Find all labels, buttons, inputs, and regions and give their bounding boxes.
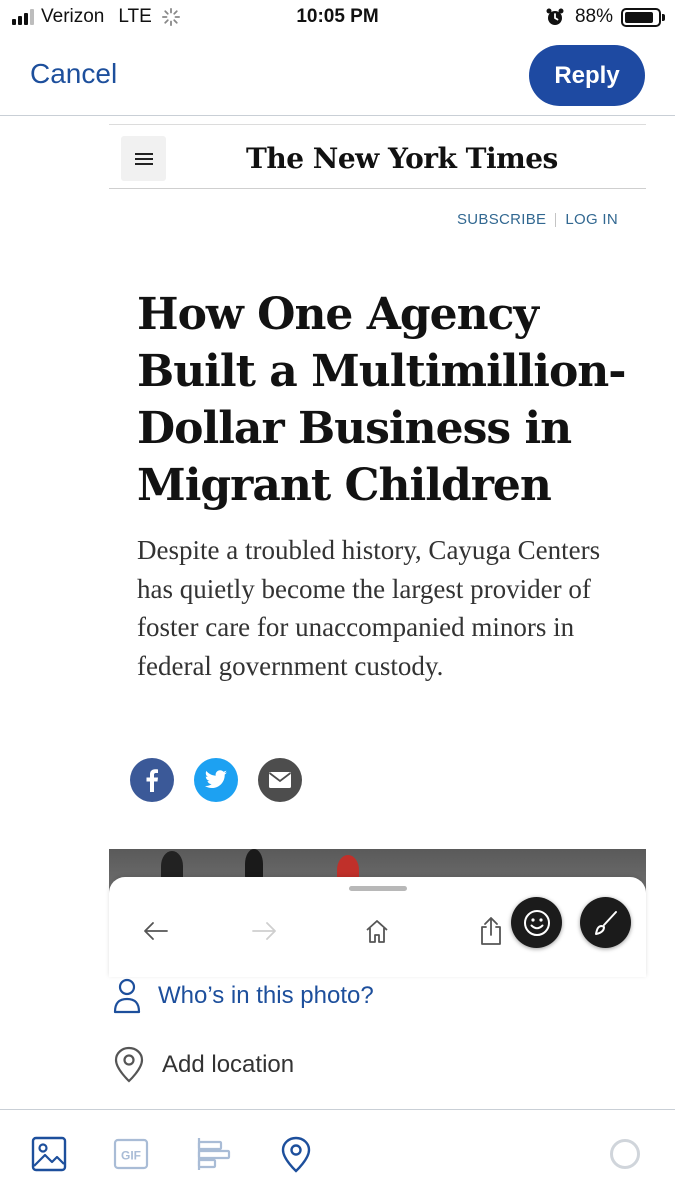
browser-toolbar-sheet bbox=[109, 877, 646, 977]
location-pin-icon bbox=[114, 1046, 144, 1083]
article-summary: Despite a troubled history, Cayuga Cente… bbox=[137, 535, 601, 681]
location-pin-icon[interactable] bbox=[279, 1136, 313, 1174]
subscribe-login-bar: SUBSCRIBE LOG IN bbox=[457, 211, 618, 228]
attached-photo[interactable]: The New York Times SUBSCRIBE LOG IN How … bbox=[109, 116, 646, 896]
subscribe-link: SUBSCRIBE bbox=[456, 211, 547, 228]
alarm-clock-icon bbox=[546, 8, 564, 25]
character-count-ring bbox=[610, 1139, 640, 1169]
reply-button[interactable]: Reply bbox=[529, 45, 645, 106]
twitter-icon bbox=[194, 758, 238, 802]
back-arrow-icon[interactable] bbox=[139, 915, 171, 947]
person-icon bbox=[113, 978, 141, 1014]
cancel-button[interactable]: Cancel bbox=[30, 58, 117, 90]
gif-icon[interactable]: GIF bbox=[113, 1136, 149, 1172]
facebook-icon bbox=[130, 758, 174, 802]
tag-people-row[interactable]: Who’s in this photo? bbox=[112, 978, 374, 1014]
add-location-row[interactable]: Add location bbox=[112, 1046, 294, 1084]
battery-percent: 88% bbox=[574, 6, 613, 27]
paintbrush-icon bbox=[594, 910, 617, 935]
add-location-label: Add location bbox=[162, 1051, 295, 1078]
draw-button[interactable] bbox=[580, 897, 631, 948]
login-link: LOG IN bbox=[565, 211, 618, 228]
gif-label: GIF bbox=[121, 1149, 141, 1163]
sticker-emoji-button[interactable] bbox=[511, 897, 562, 948]
poll-icon[interactable] bbox=[196, 1136, 232, 1172]
status-bar: Verizon LTE 10:05 PM 88% bbox=[0, 0, 675, 38]
share-icon[interactable] bbox=[475, 915, 507, 947]
status-right: 88% bbox=[545, 6, 665, 28]
tag-people-label: Who’s in this photo? bbox=[158, 982, 374, 1009]
image-icon[interactable] bbox=[31, 1136, 67, 1172]
emoji-icon bbox=[523, 909, 550, 936]
masthead-top-rule bbox=[109, 124, 646, 125]
home-icon[interactable] bbox=[361, 915, 393, 947]
battery-icon bbox=[621, 7, 665, 27]
masthead-rule bbox=[109, 188, 646, 189]
article-headline: How One Agency Built a Multimillion-Doll… bbox=[137, 289, 627, 511]
email-icon bbox=[258, 758, 302, 802]
bottom-divider bbox=[0, 1109, 675, 1110]
forward-arrow-icon[interactable] bbox=[249, 915, 281, 947]
hamburger-menu-icon bbox=[121, 136, 166, 181]
nyt-masthead-logo: The New York Times bbox=[246, 142, 558, 175]
sheet-grabber-handle[interactable] bbox=[349, 886, 407, 891]
